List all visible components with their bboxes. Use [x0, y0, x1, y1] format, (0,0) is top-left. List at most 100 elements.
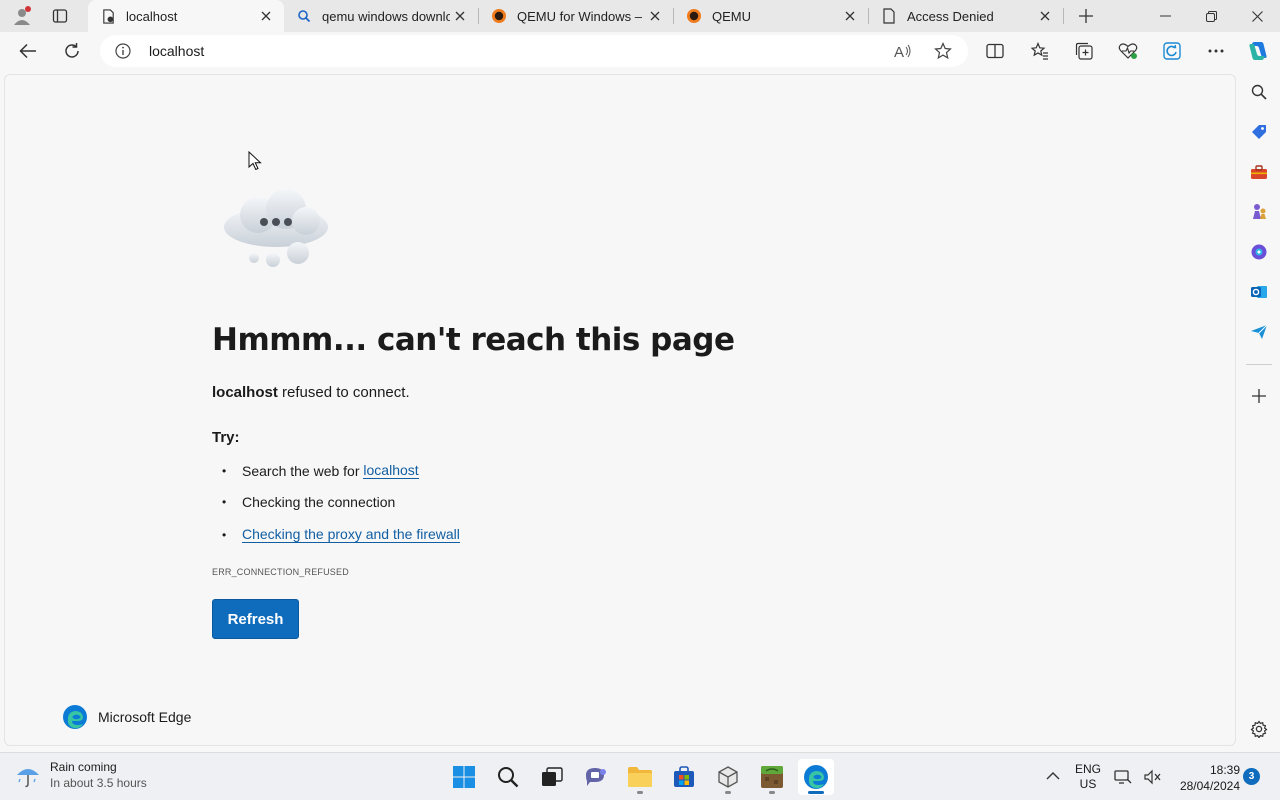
sidebar-send-button[interactable]	[1247, 320, 1271, 344]
grass-block-icon	[761, 766, 783, 788]
edge-extension-button[interactable]	[1157, 37, 1187, 65]
gear-icon	[1250, 720, 1268, 738]
page-error-icon	[100, 8, 116, 24]
tab-separator	[1063, 8, 1064, 24]
virtualbox-app-button[interactable]	[710, 759, 746, 795]
browser-essentials-button[interactable]	[1113, 37, 1143, 65]
tab-localhost[interactable]: localhost	[88, 0, 284, 32]
weather-title: Rain coming	[50, 760, 117, 774]
tab-qemu-search[interactable]: qemu windows downloa	[284, 0, 478, 32]
navigation-bar: localhost A	[0, 32, 1280, 70]
start-button[interactable]	[446, 759, 482, 795]
collections-button[interactable]	[1069, 37, 1099, 65]
page-icon	[881, 8, 897, 24]
tab-title: QEMU	[712, 8, 751, 24]
refresh-button[interactable]: Refresh	[212, 599, 299, 639]
file-explorer-button[interactable]	[622, 759, 658, 795]
back-button[interactable]	[12, 36, 44, 66]
language-code: ENG	[1074, 762, 1101, 776]
chess-piece-icon	[1253, 204, 1266, 219]
tab-qemu[interactable]: QEMU	[674, 0, 868, 32]
reload-icon	[65, 43, 79, 58]
microsoft-store-button[interactable]	[666, 759, 702, 795]
clock[interactable]: 18:39 28/04/2024	[1170, 762, 1240, 794]
svg-text:A: A	[894, 44, 904, 59]
try-heading: Try:	[212, 429, 240, 446]
close-tab-icon[interactable]	[450, 6, 470, 26]
sidebar-add-button[interactable]	[1247, 384, 1271, 408]
sidebar-outlook-button[interactable]	[1247, 280, 1271, 304]
search-icon	[1251, 84, 1267, 100]
edge-refresh-icon	[1163, 42, 1181, 60]
edge-sidebar	[1238, 70, 1280, 750]
error-code: ERR_CONNECTION_REFUSED	[212, 567, 349, 577]
bullet: •	[222, 463, 227, 478]
tab-title: QEMU for Windows – In	[517, 8, 645, 24]
tab-qemu-for-windows[interactable]: QEMU for Windows – In	[479, 0, 673, 32]
split-screen-icon	[986, 43, 1004, 59]
read-aloud-icon[interactable]: A	[892, 41, 914, 61]
sidebar-settings-button[interactable]	[1247, 717, 1271, 741]
suggestion-connection: • Checking the connection	[222, 494, 395, 510]
task-view-icon	[542, 767, 563, 786]
quick-settings-button[interactable]	[1114, 767, 1162, 787]
copilot-button[interactable]	[1243, 37, 1273, 65]
umbrella-rain-icon	[17, 769, 39, 788]
outlook-icon	[1251, 286, 1267, 298]
close-tab-icon[interactable]	[645, 6, 665, 26]
sidebar-search-button[interactable]	[1247, 80, 1271, 104]
profile-button[interactable]	[8, 4, 36, 28]
error-message: localhost refused to connect.	[212, 384, 410, 401]
notification-badge[interactable]: 3	[1243, 768, 1260, 785]
heart-pulse-icon	[1118, 43, 1138, 59]
windows-logo-icon	[453, 766, 475, 788]
edge-taskbar-button[interactable]	[798, 759, 834, 795]
address-bar[interactable]: localhost A	[100, 35, 968, 67]
paper-plane-icon	[1251, 324, 1268, 339]
restore-button[interactable]	[1188, 0, 1234, 32]
close-icon	[1251, 10, 1263, 22]
close-window-button[interactable]	[1234, 0, 1280, 32]
chevron-up-icon	[1046, 772, 1060, 780]
teams-chat-button[interactable]	[578, 759, 614, 795]
sidebar-shopping-button[interactable]	[1247, 120, 1271, 144]
tab-title: qemu windows downloa	[322, 8, 450, 24]
search-web-link[interactable]: localhost	[363, 462, 419, 479]
close-tab-icon[interactable]	[1035, 6, 1055, 26]
favorite-star-icon[interactable]	[932, 41, 954, 61]
sidebar-copilot-button[interactable]	[1247, 240, 1271, 264]
windows-taskbar: Rain coming In about 3.5 hours ENG US 18…	[0, 752, 1280, 800]
weather-text: Rain coming In about 3.5 hours	[50, 759, 147, 791]
sidebar-games-button[interactable]	[1247, 200, 1271, 224]
favorites-button[interactable]	[1025, 37, 1055, 65]
tab-access-denied[interactable]: Access Denied	[869, 0, 1063, 32]
split-screen-button[interactable]	[980, 37, 1010, 65]
edge-logo-icon	[63, 705, 87, 729]
task-view-button[interactable]	[534, 759, 570, 795]
reload-button[interactable]	[56, 36, 88, 66]
suggestion-search-text: Search the web for	[242, 462, 364, 479]
bullet: •	[222, 495, 227, 509]
minecraft-app-button[interactable]	[754, 759, 790, 795]
show-hidden-icons-button[interactable]	[1044, 767, 1062, 785]
mouse-cursor-icon	[248, 151, 262, 171]
tab-actions-button[interactable]	[44, 4, 76, 28]
close-tab-icon[interactable]	[256, 6, 276, 26]
settings-more-button[interactable]	[1201, 37, 1231, 65]
minimize-icon	[1159, 15, 1171, 17]
tab-title: localhost	[126, 8, 178, 24]
suggestion-proxy: • Checking the proxy and the firewall	[222, 526, 460, 543]
minimize-button[interactable]	[1142, 0, 1188, 32]
new-tab-button[interactable]	[1072, 4, 1100, 28]
proxy-firewall-link[interactable]: Checking the proxy and the firewall	[242, 526, 460, 543]
network-icon	[1114, 770, 1132, 784]
close-tab-icon[interactable]	[840, 6, 860, 26]
input-language-button[interactable]: ENG US	[1072, 762, 1104, 792]
error-message-text: refused to connect.	[277, 384, 410, 401]
taskbar-search-button[interactable]	[490, 759, 526, 795]
running-indicator	[725, 791, 731, 794]
weather-widget[interactable]: Rain coming In about 3.5 hours	[14, 759, 147, 791]
sidebar-tools-button[interactable]	[1247, 160, 1271, 184]
site-info-icon[interactable]	[114, 42, 132, 60]
speaker-muted-icon	[1144, 769, 1161, 785]
